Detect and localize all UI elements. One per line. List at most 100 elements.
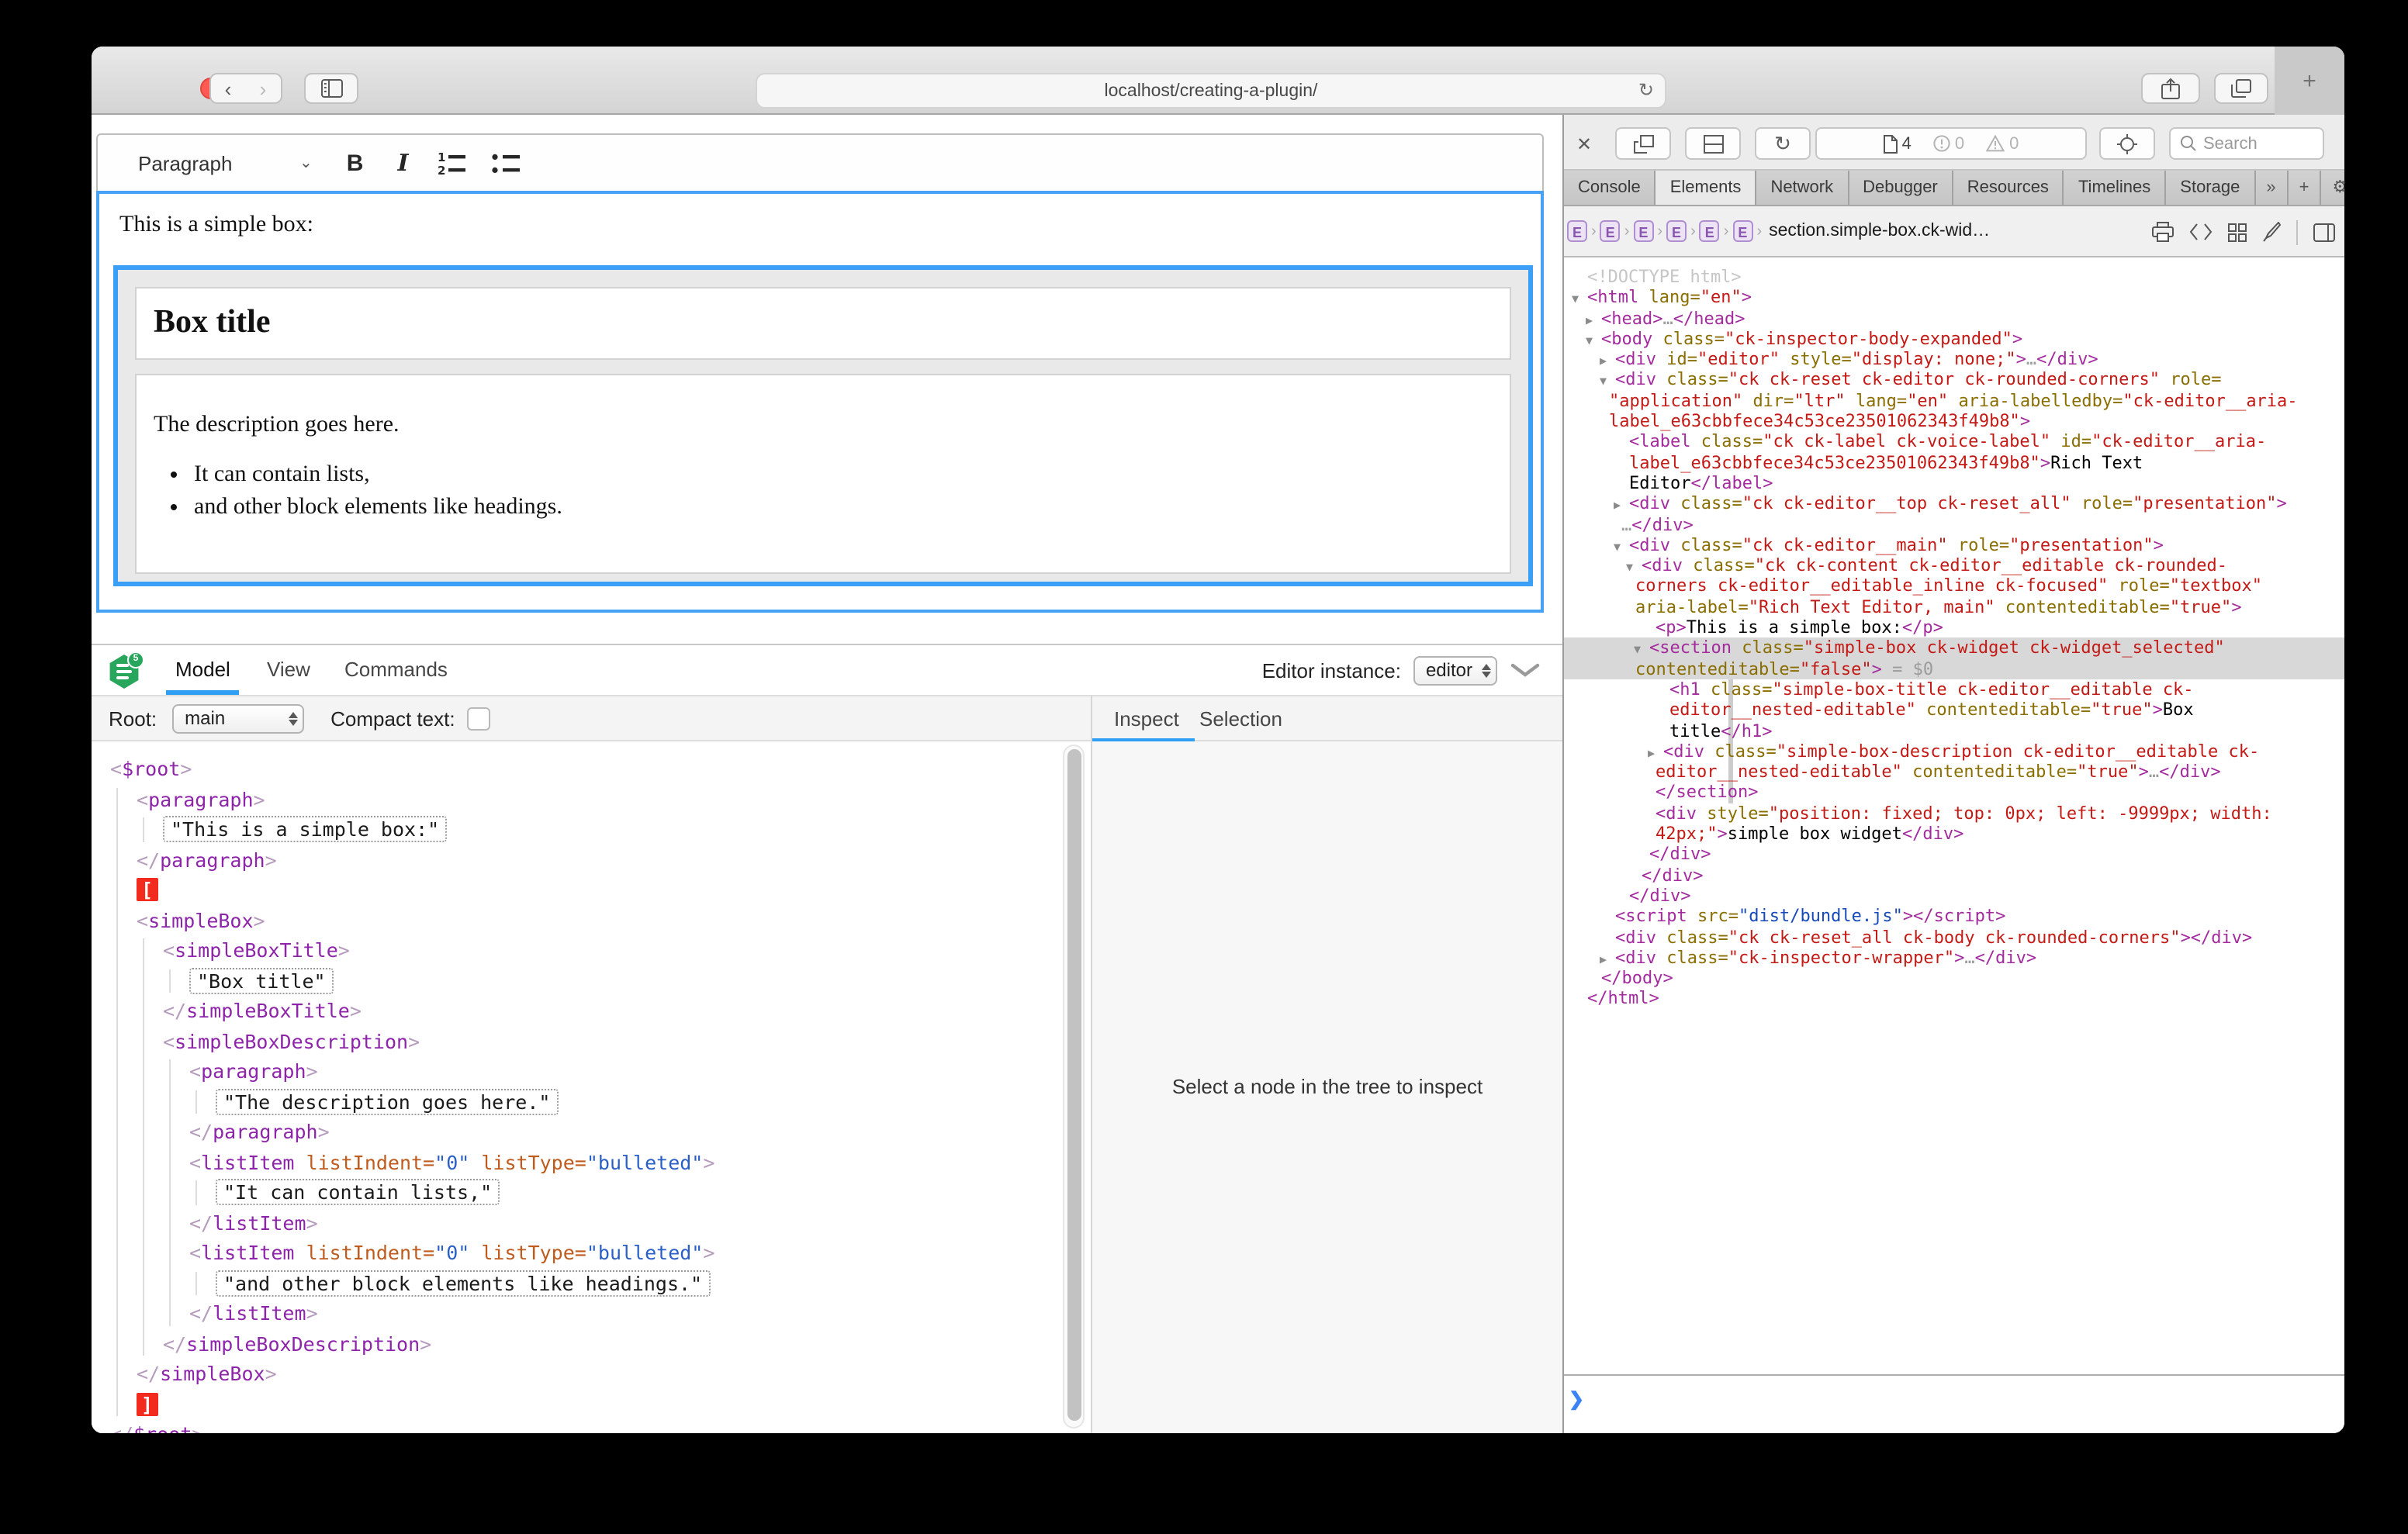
source-line[interactable]: <div class="ck ck-reset_all ck-body ck-r… [1564, 927, 2344, 948]
source-line[interactable]: editor__nested-editable" contenteditable… [1564, 762, 2344, 783]
dom-source-tree[interactable]: <!DOCTYPE html>▼<html lang="en">▶<head>…… [1564, 257, 2344, 1374]
simple-box-title[interactable]: Box title [135, 287, 1511, 360]
console-prompt-bar[interactable]: ❯ [1564, 1374, 2344, 1433]
model-tree-line[interactable]: </$root> [92, 1419, 1091, 1433]
source-line[interactable]: ▼<div class="ck ck-content ck-editor__ed… [1564, 555, 2344, 576]
description-paragraph[interactable]: The description goes here. [154, 413, 1510, 439]
inspector-tab-model[interactable]: Model [175, 645, 230, 695]
list-item[interactable]: It can contain lists, [194, 462, 1510, 489]
source-line[interactable]: editor__nested-editable" contenteditable… [1564, 700, 2344, 720]
share-button[interactable] [2141, 73, 2200, 104]
source-line[interactable]: </div> [1564, 886, 2344, 907]
disclosure-open-icon[interactable]: ▼ [1572, 289, 1579, 310]
model-tree-line[interactable]: <listItem listIndent="0" listType="bulle… [92, 1238, 1091, 1268]
source-line[interactable]: </body> [1564, 968, 2344, 989]
model-tree-line[interactable]: </paragraph> [92, 1117, 1091, 1147]
devtools-search-field[interactable]: Search [2169, 127, 2324, 160]
list-item[interactable]: and other block elements like headings. [194, 495, 1510, 521]
model-tree-line[interactable]: <$root> [92, 754, 1091, 784]
paragraph-style-dropdown[interactable]: Paragraph [138, 151, 299, 174]
breadcrumb-element-badge[interactable]: E [1633, 220, 1653, 242]
editor-instance-select[interactable]: editor [1413, 655, 1497, 685]
source-line[interactable]: </section> [1564, 783, 2344, 803]
model-tree-line[interactable]: "Box title" [92, 966, 1091, 996]
model-tree-line[interactable]: </simpleBoxTitle> [92, 996, 1091, 1026]
add-tab-button[interactable]: + [2289, 171, 2322, 205]
tab-overflow-button[interactable]: » [2255, 171, 2288, 205]
source-line[interactable]: </html> [1564, 989, 2344, 1010]
forward-button[interactable]: › [245, 73, 282, 104]
numbered-list-button[interactable]: 12 [438, 150, 468, 175]
source-line[interactable]: ▼<section class="simple-box ck-widget ck… [1564, 638, 2344, 659]
disclosure-open-icon[interactable]: ▼ [1634, 640, 1641, 661]
settings-tab-button[interactable]: ⚙ [2321, 171, 2344, 205]
page-status-button[interactable]: 4 0 0 [1815, 127, 2087, 160]
styles-brush-icon[interactable] [2262, 222, 2281, 242]
devtools-tab-timelines[interactable]: Timelines [2064, 171, 2166, 205]
sidebar-toggle-button[interactable] [304, 73, 358, 104]
model-tree-line[interactable]: "This is a simple box:" [92, 814, 1091, 845]
disclosure-closed-icon[interactable]: ▶ [1600, 351, 1607, 371]
breadcrumb-element-badge[interactable]: E [1700, 220, 1720, 242]
model-tree-line[interactable]: "and other block elements like headings.… [92, 1268, 1091, 1298]
disclosure-open-icon[interactable]: ▼ [1586, 330, 1593, 351]
source-line[interactable]: </div> [1564, 845, 2344, 865]
model-tree-line[interactable]: "The description goes here." [92, 1087, 1091, 1117]
model-tree-line[interactable]: "It can contain lists," [92, 1177, 1091, 1208]
model-tree-line[interactable]: [ [92, 875, 1091, 905]
breadcrumb-element-badge[interactable]: E [1666, 220, 1687, 242]
disclosure-closed-icon[interactable]: ▶ [1600, 949, 1607, 970]
dock-side-button[interactable] [1685, 127, 1741, 160]
source-line[interactable]: <div style="position: fixed; top: 0px; l… [1564, 803, 2344, 824]
breadcrumb-element-badge[interactable]: E [1567, 220, 1587, 242]
simple-box-widget[interactable]: Box title The description goes here. It … [113, 265, 1533, 586]
description-list[interactable]: It can contain lists, and other block el… [154, 462, 1510, 521]
model-tree-scrollbar[interactable] [1063, 745, 1085, 1429]
source-line[interactable]: <script src="dist/bundle.js"></script> [1564, 906, 2344, 927]
model-tree-line[interactable]: <listItem listIndent="0" listType="bulle… [92, 1147, 1091, 1177]
source-line[interactable]: ▼<div class="ck ck-editor__main" role="p… [1564, 535, 2344, 556]
model-tree-line[interactable]: </simpleBox> [92, 1359, 1091, 1389]
source-line[interactable]: Editor</label> [1564, 473, 2344, 494]
print-styles-icon[interactable] [2152, 222, 2174, 242]
disclosure-closed-icon[interactable]: ▶ [1586, 309, 1593, 330]
reload-icon[interactable]: ↻ [1638, 79, 1654, 101]
root-select[interactable]: main [172, 703, 304, 733]
breadcrumb-current[interactable]: section.simple-box.ck-wid… [1769, 222, 1990, 240]
address-bar[interactable]: localhost/creating-a-plugin/ ↻ [756, 73, 1666, 109]
model-tree[interactable]: <$root><paragraph>"This is a simple box:… [92, 741, 1091, 1433]
side-tab-inspect[interactable]: Inspect [1114, 696, 1179, 743]
tab-overview-button[interactable] [2214, 73, 2268, 104]
show-source-icon[interactable] [2189, 223, 2213, 240]
disclosure-open-icon[interactable]: ▼ [1600, 371, 1607, 392]
close-devtools-button[interactable]: ✕ [1570, 127, 1598, 160]
side-tab-selection[interactable]: Selection [1199, 696, 1282, 743]
compact-text-checkbox[interactable] [468, 707, 491, 730]
disclosure-closed-icon[interactable]: ▶ [1648, 743, 1655, 764]
devtools-tab-resources[interactable]: Resources [1953, 171, 2064, 205]
intro-paragraph[interactable]: This is a simple box: [119, 212, 1541, 239]
source-line[interactable]: ▶<head>…</head> [1564, 308, 2344, 329]
source-line[interactable]: "application" dir="ltr" lang="en" aria-l… [1564, 391, 2344, 412]
disclosure-closed-icon[interactable]: ▶ [1614, 496, 1621, 517]
bold-button[interactable]: B [347, 150, 364, 176]
source-line[interactable]: <!DOCTYPE html> [1564, 267, 2344, 288]
source-line[interactable]: ▼<div class="ck ck-reset ck-editor ck-ro… [1564, 370, 2344, 391]
simple-box-description[interactable]: The description goes here. It can contai… [135, 374, 1511, 574]
detach-devtools-button[interactable] [1615, 127, 1671, 160]
bulleted-list-button[interactable] [493, 150, 522, 175]
source-line[interactable]: …</div> [1564, 514, 2344, 535]
devtools-tab-network[interactable]: Network [1756, 171, 1849, 205]
source-line[interactable]: contenteditable="false"> = $0 [1564, 658, 2344, 679]
devtools-tab-console[interactable]: Console [1564, 171, 1656, 205]
layout-grid-icon[interactable] [2228, 223, 2247, 241]
source-line[interactable]: 42px;">simple box widget</div> [1564, 824, 2344, 845]
devtools-tab-storage[interactable]: Storage [2166, 171, 2255, 205]
source-line[interactable]: ▶<div class="ck-inspector-wrapper">…</di… [1564, 948, 2344, 969]
model-tree-line[interactable]: </listItem> [92, 1298, 1091, 1328]
chevron-down-icon[interactable]: ⌄ [299, 154, 313, 171]
reload-page-button[interactable]: ↻ [1755, 127, 1811, 160]
editor-editable-area[interactable]: This is a simple box: Box title The desc… [96, 191, 1544, 613]
source-line[interactable]: ▼<body class="ck-inspector-body-expanded… [1564, 329, 2344, 350]
devtools-tab-elements[interactable]: Elements [1656, 171, 1757, 205]
